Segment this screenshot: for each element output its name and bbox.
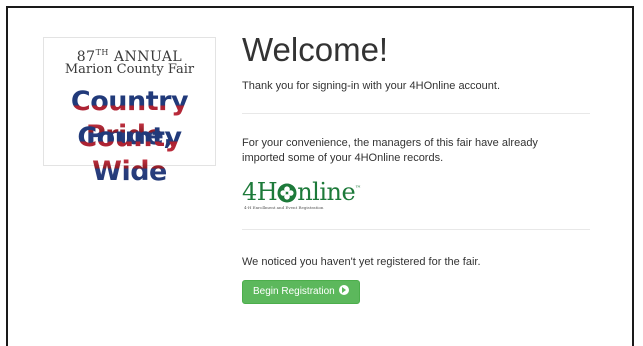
- signin-message: Thank you for signing-in with your 4HOnl…: [242, 80, 501, 92]
- fair-logo: 87TH ANNUAL Marion County Fair Country P…: [43, 37, 216, 187]
- fair-logo-line4: County Wide: [44, 121, 215, 189]
- clover-icon: [277, 183, 297, 203]
- import-message: For your convenience, the managers of th…: [242, 137, 538, 164]
- divider: [242, 113, 590, 114]
- begin-registration-button[interactable]: Begin Registration: [242, 280, 360, 304]
- button-label: Begin Registration: [253, 286, 335, 297]
- arrow-circle-right-icon: [338, 285, 349, 295]
- divider: [242, 229, 590, 230]
- fair-logo-line2: Marion County Fair: [64, 62, 195, 77]
- page-title: Welcome!: [242, 31, 389, 68]
- 4honline-logo: 4H nline™ 4-H Enrollment and Event Regis…: [242, 178, 361, 210]
- registration-message: We noticed you haven't yet registered fo…: [242, 256, 481, 268]
